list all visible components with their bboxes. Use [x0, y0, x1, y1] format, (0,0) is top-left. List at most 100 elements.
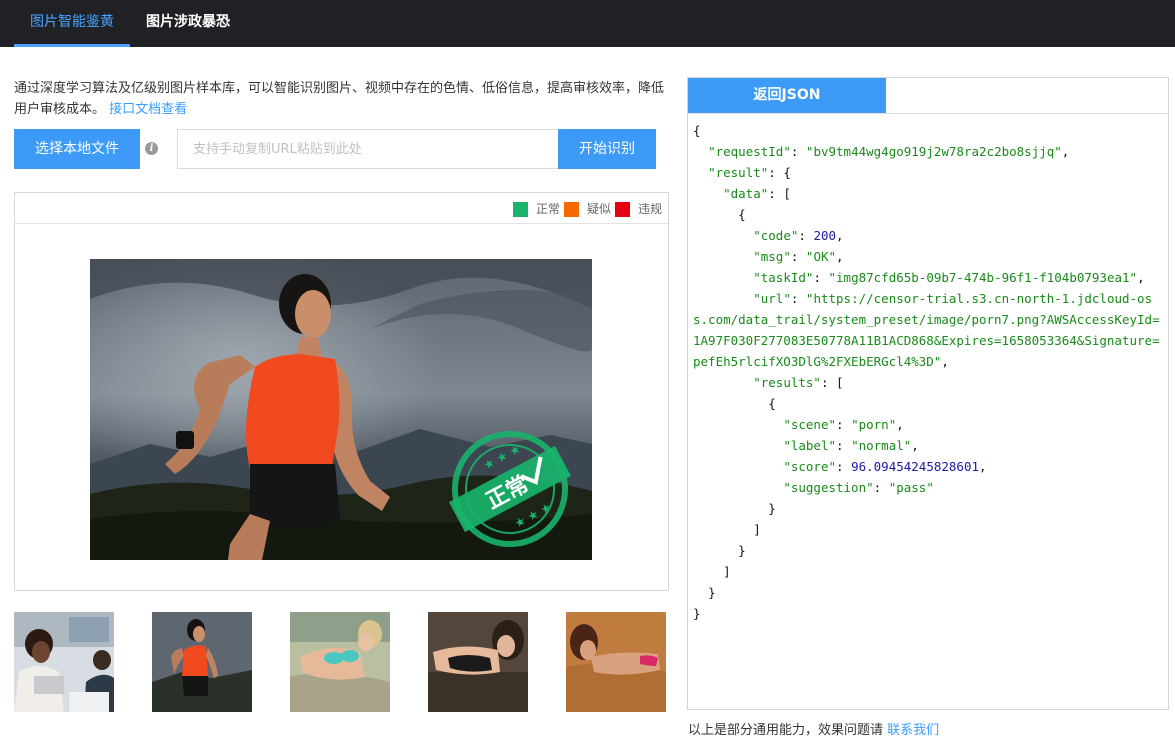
json-token: :: [790, 144, 806, 159]
contact-us-link[interactable]: 联系我们: [887, 723, 939, 738]
json-token: :: [790, 249, 806, 264]
preview-image: 正常 ★ ★ ★ ★ ★ ★: [90, 259, 592, 560]
start-recognition-button[interactable]: 开始识别: [558, 129, 656, 169]
json-line: }: [693, 582, 1163, 603]
json-line: "requestId": "bv9tm44wg4go919j2w78ra2c2b…: [693, 141, 1163, 162]
json-token: "results": [753, 375, 821, 390]
normal-color-swatch: [513, 202, 528, 217]
thumbnail-office-meeting[interactable]: [14, 612, 114, 712]
json-token: ,: [1061, 144, 1070, 159]
select-local-file-button[interactable]: 选择本地文件: [14, 129, 140, 169]
thumbnail-woman-lying-sand[interactable]: [566, 612, 666, 712]
json-token: ,: [896, 417, 904, 432]
json-token: : [: [768, 186, 791, 201]
legend-bar: 正常 疑似 违规: [15, 193, 668, 224]
suspect-color-swatch: [564, 202, 579, 217]
json-token: "code": [753, 228, 799, 243]
json-line: {: [693, 393, 1163, 414]
json-line: {: [693, 204, 1163, 225]
json-line: }: [693, 498, 1163, 519]
json-token: "result": [708, 165, 769, 180]
footer-text: 以上是部分通用能力，效果问题请: [688, 723, 884, 738]
json-token: {: [693, 396, 776, 411]
thumbnail-runner[interactable]: [152, 612, 252, 712]
json-token: "msg": [753, 249, 791, 264]
json-line: "scene": "porn",: [693, 414, 1163, 435]
api-doc-link[interactable]: 接口文档查看: [109, 102, 187, 117]
image-url-input[interactable]: [177, 129, 558, 169]
tab-porn-detection[interactable]: 图片智能鉴黄: [14, 0, 130, 47]
json-line: "label": "normal",: [693, 435, 1163, 456]
json-tab-divider: [688, 113, 1168, 114]
runner-photo: 正常 ★ ★ ★ ★ ★ ★: [90, 259, 592, 560]
json-token: "OK": [805, 249, 837, 264]
json-token: :: [836, 459, 852, 474]
woman-lying-dark-image: [428, 612, 528, 712]
json-token: {: [693, 123, 701, 138]
json-line: "taskId": "img87cfd65b-09b7-474b-96f1-f1…: [693, 267, 1163, 288]
json-token: }: [693, 585, 716, 600]
json-token: "label": [783, 438, 836, 453]
json-token: "score": [783, 459, 836, 474]
json-token: }: [693, 606, 701, 621]
json-token: "taskId": [753, 270, 814, 285]
json-line: "score": 96.09454245828601,: [693, 456, 1163, 477]
tab-politics-terror[interactable]: 图片涉政暴恐: [136, 0, 240, 47]
json-line: "code": 200,: [693, 225, 1163, 246]
json-token: "pass": [888, 480, 934, 495]
json-token: "scene": [783, 417, 836, 432]
violate-color-swatch: [615, 202, 630, 217]
json-token: :: [836, 417, 852, 432]
json-token: ,: [911, 438, 919, 453]
json-token: "img87cfd65b-09b7-474b-96f1-f104b0793ea1…: [828, 270, 1138, 285]
woman-lying-bra-image: [290, 612, 390, 712]
intro-description: 通过深度学习算法及亿级别图片样本库，可以智能识别图片、视频中存在的色情、低俗信息…: [14, 78, 664, 120]
json-token: 96.09454245828601: [851, 459, 979, 474]
json-token: "requestId": [708, 144, 791, 159]
legend-violate-label: 违规: [638, 202, 663, 216]
json-panel: 返回JSON { "requestId": "bv9tm44wg4go919j2…: [687, 77, 1169, 710]
json-token: : [: [820, 375, 844, 390]
json-line: ]: [693, 519, 1163, 540]
json-line: }: [693, 603, 1163, 624]
json-line: "results": [: [693, 372, 1163, 393]
json-token: ,: [1137, 270, 1145, 285]
json-token: ,: [836, 249, 844, 264]
json-token: :: [798, 228, 814, 243]
thumbnail-woman-lying-dark[interactable]: [428, 612, 528, 712]
json-line: "result": {: [693, 162, 1163, 183]
json-token: }: [693, 501, 776, 516]
json-line: "msg": "OK",: [693, 246, 1163, 267]
json-token: "normal": [851, 438, 912, 453]
json-token: ]: [693, 564, 731, 579]
json-token: : {: [768, 165, 791, 180]
top-nav-bar: 图片智能鉴黄 图片涉政暴恐: [0, 0, 1175, 47]
info-icon[interactable]: i: [145, 142, 158, 155]
json-line: }: [693, 540, 1163, 561]
json-token: ,: [979, 459, 987, 474]
json-line: "suggestion": "pass": [693, 477, 1163, 498]
tab-return-json[interactable]: 返回JSON: [688, 78, 886, 113]
json-token: {: [693, 207, 746, 222]
json-token: }: [693, 543, 746, 558]
json-token: "porn": [851, 417, 897, 432]
runner-thumb-image: [152, 612, 252, 712]
json-token: 200: [813, 228, 837, 243]
json-line: "data": [: [693, 183, 1163, 204]
footer-note: 以上是部分通用能力，效果问题请 联系我们: [688, 719, 939, 738]
json-line: ]: [693, 561, 1163, 582]
json-token: "data": [723, 186, 769, 201]
thumbnail-woman-lying-bra[interactable]: [290, 612, 390, 712]
legend-suspect-label: 疑似: [587, 202, 612, 216]
